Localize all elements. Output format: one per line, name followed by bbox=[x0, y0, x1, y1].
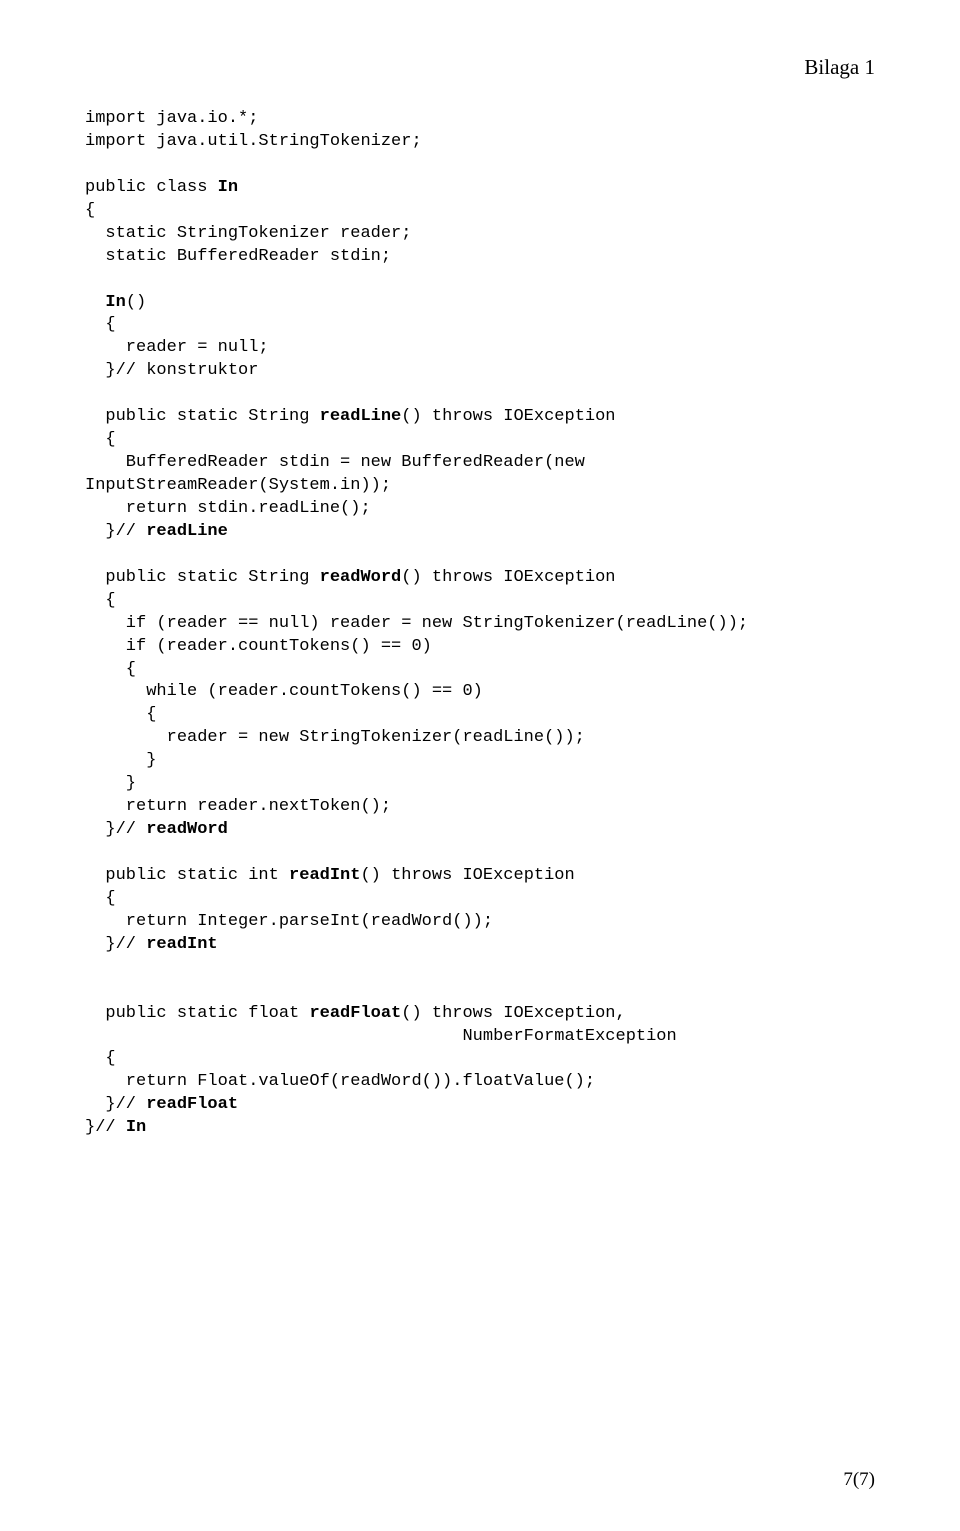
attachment-label: Bilaga 1 bbox=[85, 55, 875, 80]
method-name: readWord bbox=[320, 568, 402, 587]
comment-keyword: readInt bbox=[146, 935, 217, 954]
code-line: { bbox=[85, 591, 116, 610]
code-line: { bbox=[85, 1049, 116, 1068]
code-line: return stdin.readLine(); bbox=[85, 499, 371, 518]
code-line: { bbox=[85, 315, 116, 334]
code-line: reader = new StringTokenizer(readLine())… bbox=[85, 728, 585, 747]
code-line: static BufferedReader stdin; bbox=[85, 247, 391, 266]
code-line: }// konstruktor bbox=[85, 361, 258, 380]
code-text: }// bbox=[85, 935, 146, 954]
code-text: }// bbox=[85, 1118, 126, 1137]
code-line: if (reader.countTokens() == 0) bbox=[85, 637, 432, 656]
method-name: readInt bbox=[289, 866, 360, 885]
method-name: readFloat bbox=[309, 1004, 401, 1023]
code-line: { bbox=[85, 660, 136, 679]
code-line: } bbox=[85, 751, 156, 770]
code-line: { bbox=[85, 201, 95, 220]
code-line: } bbox=[85, 774, 136, 793]
comment-keyword: readWord bbox=[146, 820, 228, 839]
page-number: 7(7) bbox=[843, 1469, 875, 1491]
page-container: Bilaga 1 import java.io.*; import java.u… bbox=[0, 0, 960, 1531]
code-line: { bbox=[85, 430, 116, 449]
code-text: public static String bbox=[85, 407, 320, 426]
code-text: }// bbox=[85, 820, 146, 839]
code-text bbox=[85, 293, 105, 312]
code-line: import java.io.*; bbox=[85, 109, 258, 128]
code-line: static StringTokenizer reader; bbox=[85, 224, 411, 243]
code-text: () throws IOException, bbox=[401, 1004, 625, 1023]
comment-keyword: readLine bbox=[146, 522, 228, 541]
code-line: while (reader.countTokens() == 0) bbox=[85, 682, 483, 701]
code-line: InputStreamReader(System.in)); bbox=[85, 476, 391, 495]
code-text: public class bbox=[85, 178, 218, 197]
code-line: import java.util.StringTokenizer; bbox=[85, 132, 422, 151]
code-block: import java.io.*; import java.util.Strin… bbox=[85, 108, 875, 1140]
code-line: return reader.nextToken(); bbox=[85, 797, 391, 816]
comment-keyword: readFloat bbox=[146, 1095, 238, 1114]
code-line: { bbox=[85, 889, 116, 908]
method-name: readLine bbox=[320, 407, 402, 426]
code-text: }// bbox=[85, 522, 146, 541]
code-text: () throws IOException bbox=[401, 407, 615, 426]
code-text: public static float bbox=[85, 1004, 309, 1023]
comment-keyword: In bbox=[126, 1118, 146, 1137]
code-line: BufferedReader stdin = new BufferedReade… bbox=[85, 453, 585, 472]
code-line: if (reader == null) reader = new StringT… bbox=[85, 614, 748, 633]
code-line: return Integer.parseInt(readWord()); bbox=[85, 912, 493, 931]
code-text: public static int bbox=[85, 866, 289, 885]
code-line: { bbox=[85, 705, 156, 724]
constructor-name: In bbox=[105, 293, 125, 312]
code-text: () throws IOException bbox=[360, 866, 574, 885]
code-text: }// bbox=[85, 1095, 146, 1114]
code-text: () throws IOException bbox=[401, 568, 615, 587]
code-line: reader = null; bbox=[85, 338, 269, 357]
code-line: return Float.valueOf(readWord()).floatVa… bbox=[85, 1072, 595, 1091]
code-text: public static String bbox=[85, 568, 320, 587]
code-line: NumberFormatException bbox=[85, 1027, 677, 1046]
code-text: () bbox=[126, 293, 146, 312]
class-name: In bbox=[218, 178, 238, 197]
